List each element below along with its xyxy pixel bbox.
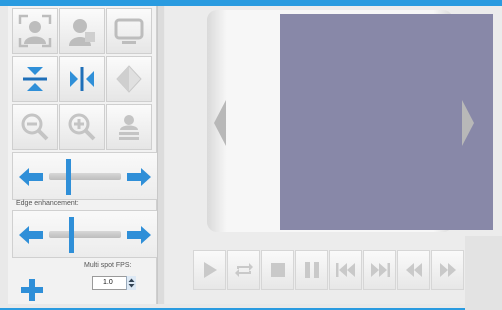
edge-slider xyxy=(12,210,158,258)
chevron-left-icon xyxy=(214,100,226,146)
fast-forward-button[interactable] xyxy=(431,250,464,290)
fps-spinner[interactable] xyxy=(126,276,136,290)
edge-slider-thumb[interactable] xyxy=(69,217,75,253)
mirror-icon xyxy=(116,65,142,93)
app-window: Edge enhancement: Multi spot FPS: 1.0 xyxy=(0,0,502,310)
panel-divider[interactable] xyxy=(157,6,164,304)
previous-image-button[interactable] xyxy=(213,100,227,151)
monitor-button[interactable] xyxy=(106,8,152,54)
playback-controls xyxy=(193,250,469,290)
flip-horizontal-button[interactable] xyxy=(59,56,105,102)
face-profile-button[interactable] xyxy=(59,8,105,54)
stop-button[interactable] xyxy=(261,250,294,290)
arrow-right-icon xyxy=(127,168,151,186)
slider-1-thumb[interactable] xyxy=(65,159,71,195)
arrow-left-icon xyxy=(19,168,43,186)
skip-back-icon xyxy=(335,263,355,277)
zoom-out-button[interactable] xyxy=(12,104,58,150)
play-icon xyxy=(203,262,217,278)
face-profile-icon xyxy=(69,19,95,46)
rewind-icon xyxy=(405,263,422,277)
skip-forward-button[interactable] xyxy=(363,250,396,290)
mirror-button[interactable] xyxy=(106,56,152,102)
play-button[interactable] xyxy=(193,250,226,290)
pause-icon xyxy=(304,262,319,278)
image-frame xyxy=(207,10,493,232)
slider-1-decrease-button[interactable] xyxy=(15,161,47,193)
slider-1 xyxy=(12,152,158,200)
edge-increase-button[interactable] xyxy=(123,219,155,251)
edge-enhancement-label: Edge enhancement: xyxy=(16,200,79,207)
fps-label: Multi spot FPS: xyxy=(84,262,132,269)
zoom-in-button[interactable] xyxy=(59,104,105,150)
rewind-button[interactable] xyxy=(397,250,430,290)
panel-edge xyxy=(465,236,502,310)
slider-1-increase-button[interactable] xyxy=(123,161,155,193)
stop-icon xyxy=(270,263,285,277)
fast-forward-icon xyxy=(439,263,456,277)
face-frame-icon xyxy=(18,14,52,48)
flip-vertical-button[interactable] xyxy=(12,56,58,102)
stack-user-button[interactable] xyxy=(106,104,152,150)
stack-user-icon xyxy=(119,115,139,140)
loop-icon xyxy=(234,263,253,277)
spinner-arrows-icon xyxy=(128,278,135,288)
arrow-right-icon xyxy=(127,226,151,244)
chevron-right-icon xyxy=(462,100,474,146)
edge-slider-track[interactable] xyxy=(49,231,121,238)
add-button[interactable] xyxy=(10,270,54,310)
skip-forward-icon xyxy=(370,263,390,277)
monitor-icon xyxy=(114,18,144,44)
plus-icon xyxy=(21,279,43,301)
viewer-panel xyxy=(165,6,502,310)
flip-vertical-icon xyxy=(23,67,47,91)
loop-button[interactable] xyxy=(227,250,260,290)
flip-horizontal-icon xyxy=(70,67,94,91)
slider-1-track[interactable] xyxy=(49,173,121,180)
face-frame-button[interactable] xyxy=(12,8,58,54)
zoom-out-icon xyxy=(21,113,49,141)
zoom-in-icon xyxy=(68,113,96,141)
pause-button[interactable] xyxy=(295,250,328,290)
skip-back-button[interactable] xyxy=(329,250,362,290)
edge-decrease-button[interactable] xyxy=(15,219,47,251)
next-image-button[interactable] xyxy=(461,100,475,151)
tool-panel: Edge enhancement: Multi spot FPS: 1.0 xyxy=(8,6,158,304)
arrow-left-icon xyxy=(19,226,43,244)
